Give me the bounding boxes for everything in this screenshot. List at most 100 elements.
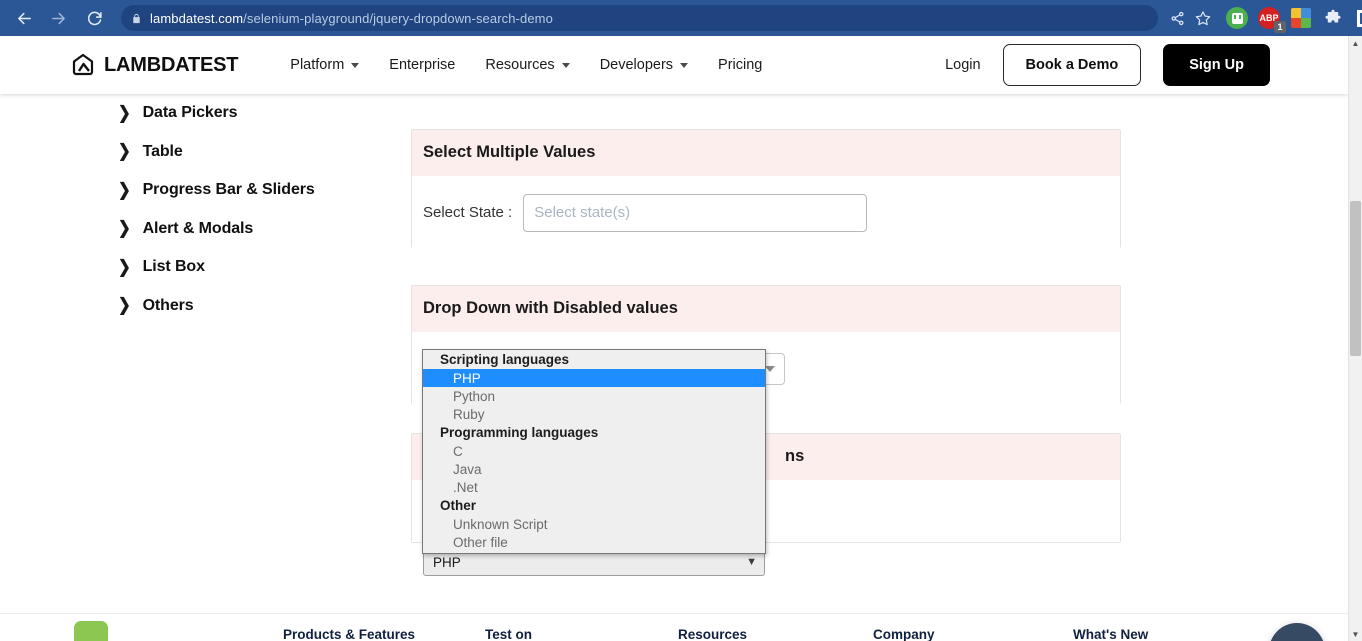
- option-ruby[interactable]: Ruby: [423, 405, 765, 423]
- page-content: ❯ Data Pickers ❯ Table ❯ Progress Bar & …: [0, 94, 1348, 641]
- option-python[interactable]: Python: [423, 387, 765, 405]
- chevron-down-icon: ▼: [746, 556, 757, 568]
- site-header: LAMBDATEST Platform Enterprise Resources…: [0, 36, 1348, 94]
- optgroup-label: Other: [440, 498, 477, 513]
- sidebar-item-label: Table: [142, 142, 183, 160]
- chevron-right-icon: ❯: [118, 180, 131, 201]
- sidebar-item-label: Others: [142, 296, 194, 314]
- page-scrollbar[interactable]: ▲ ▼: [1348, 36, 1362, 641]
- chevron-right-icon: ❯: [118, 103, 131, 124]
- book-a-demo-button[interactable]: Book a Demo: [1002, 44, 1142, 86]
- sidebar: ❯ Data Pickers ❯ Table ❯ Progress Bar & …: [118, 94, 408, 325]
- back-button[interactable]: [9, 3, 39, 33]
- optgroup-label: Scripting languages: [440, 352, 570, 367]
- adblock-badge: 1: [1274, 21, 1286, 33]
- chevron-right-icon: ❯: [118, 295, 131, 316]
- omnibox-actions: [1164, 5, 1216, 31]
- chevron-down-icon: [351, 62, 360, 68]
- square-extension-icon[interactable]: [1354, 7, 1362, 29]
- url-path: /selenium-playground/jquery-dropdown-sea…: [243, 10, 553, 26]
- native-select-value: PHP: [433, 555, 461, 570]
- nav-item-developers[interactable]: Developers: [599, 57, 689, 73]
- reload-button[interactable]: [79, 3, 109, 33]
- main-nav: Platform Enterprise Resources Developers…: [290, 57, 762, 73]
- lock-icon: [131, 12, 142, 25]
- chevron-down-icon: [561, 62, 570, 68]
- forward-button[interactable]: [43, 3, 73, 33]
- footer-column-resources: Resources: [678, 627, 748, 641]
- browser-toolbar: lambdatest.com/selenium-playground/jquer…: [0, 0, 1362, 36]
- lambdatest-logo[interactable]: LAMBDATEST: [70, 52, 238, 78]
- option-other-file[interactable]: Other file: [423, 533, 765, 551]
- scroll-down-arrow-icon[interactable]: ▼: [1349, 627, 1362, 641]
- nav-label: Pricing: [718, 57, 763, 73]
- card-title-visible-fragment: ns: [785, 447, 805, 465]
- nav-item-resources[interactable]: Resources: [485, 57, 570, 73]
- nav-item-pricing[interactable]: Pricing: [718, 57, 762, 73]
- chevron-right-icon: ❯: [118, 218, 131, 239]
- sidebar-item-alert-modals[interactable]: ❯ Alert & Modals: [118, 210, 408, 249]
- share-icon: [1171, 11, 1183, 25]
- star-icon: [1195, 11, 1211, 26]
- select-state-input[interactable]: [523, 193, 868, 232]
- url-text: lambdatest.com/selenium-playground/jquer…: [150, 11, 553, 26]
- sidebar-item-progress-bar-sliders[interactable]: ❯ Progress Bar & Sliders: [118, 171, 408, 210]
- nav-label: Enterprise: [389, 57, 456, 73]
- puzzle-extensions-icon[interactable]: [1322, 7, 1344, 29]
- footer-column-whats-new: What's New: [1073, 627, 1149, 641]
- sidebar-item-data-pickers[interactable]: ❯ Data Pickers: [118, 94, 408, 133]
- sign-up-button[interactable]: Sign Up: [1163, 44, 1270, 86]
- chevron-right-icon: ❯: [118, 257, 131, 278]
- dropdown-arrow-icon: [765, 365, 775, 372]
- sidebar-item-label: Alert & Modals: [142, 219, 254, 237]
- sidebar-item-label: Progress Bar & Sliders: [142, 181, 315, 199]
- extension-icons: ABP 1: [1226, 7, 1362, 33]
- forward-arrow-icon: [51, 12, 65, 24]
- back-arrow-icon: [17, 12, 31, 24]
- adblock-extension-icon[interactable]: ABP 1: [1258, 7, 1286, 33]
- scroll-up-arrow-icon[interactable]: ▲: [1349, 36, 1362, 50]
- option-unknown-script[interactable]: Unknown Script: [423, 515, 765, 533]
- sidebar-item-label: List Box: [142, 258, 205, 276]
- share-button[interactable]: [1164, 5, 1190, 31]
- card-body: Select State :: [412, 176, 1120, 249]
- footer-column-test-on: Test on: [485, 627, 532, 641]
- colorful-grid-extension-icon[interactable]: [1290, 7, 1312, 29]
- nav-label: Resources: [485, 57, 555, 73]
- chevron-right-icon: ❯: [118, 141, 131, 162]
- footer-divider: [0, 613, 1348, 614]
- sidebar-item-others[interactable]: ❯ Others: [118, 287, 408, 326]
- sidebar-item-label: Data Pickers: [142, 104, 238, 122]
- lambdatest-logo-text: LAMBDATEST: [104, 53, 239, 76]
- url-host: lambdatest.com: [150, 10, 244, 26]
- nav-label: Developers: [599, 57, 674, 73]
- footer-logo: [74, 621, 108, 641]
- select-multiple-values-card: Select Multiple Values Select State :: [411, 129, 1121, 249]
- page-viewport: LAMBDATEST Platform Enterprise Resources…: [0, 36, 1348, 641]
- optgroup-label: Programming languages: [440, 425, 599, 440]
- card-title: Drop Down with Disabled values: [412, 286, 1120, 332]
- option-c[interactable]: C: [423, 442, 765, 460]
- language-dropdown-popup[interactable]: Scripting languages PHP Python Ruby Prog…: [422, 349, 766, 554]
- option-php[interactable]: PHP: [423, 369, 765, 387]
- lambdatest-logo-icon: [72, 53, 94, 76]
- nav-item-platform[interactable]: Platform: [290, 57, 360, 73]
- nav-item-enterprise[interactable]: Enterprise: [389, 57, 455, 73]
- footer-column-company: Company: [873, 627, 935, 641]
- sidebar-item-table[interactable]: ❯ Table: [118, 133, 408, 172]
- card-title: Select Multiple Values: [412, 130, 1120, 176]
- scrollbar-thumb[interactable]: [1350, 201, 1361, 356]
- option-dotnet[interactable]: .Net: [423, 478, 765, 496]
- select-state-label: Select State :: [423, 204, 513, 221]
- header-actions: Login Book a Demo Sign Up: [945, 44, 1270, 86]
- robot-extension-icon[interactable]: [1226, 7, 1248, 29]
- sidebar-item-list-box[interactable]: ❯ List Box: [118, 248, 408, 287]
- site-footer: Products & Features Test on Resources Co…: [0, 613, 1348, 641]
- bookmark-button[interactable]: [1190, 5, 1216, 31]
- chevron-down-icon: [680, 62, 689, 68]
- reload-icon: [87, 11, 102, 25]
- login-link[interactable]: Login: [945, 57, 980, 73]
- option-java[interactable]: Java: [423, 460, 765, 478]
- nav-label: Platform: [290, 57, 345, 73]
- address-bar[interactable]: lambdatest.com/selenium-playground/jquer…: [121, 5, 1158, 31]
